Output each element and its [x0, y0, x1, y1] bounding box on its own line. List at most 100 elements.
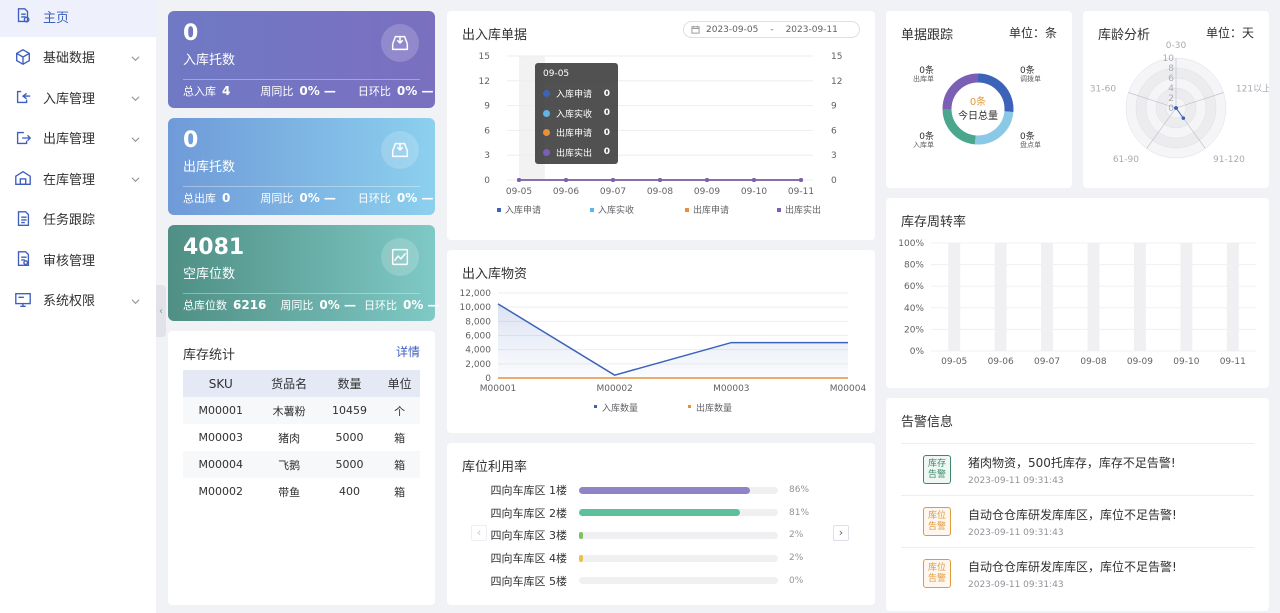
sidebar-collapse-handle[interactable]: ‹: [156, 285, 166, 337]
goods-chart-plot: 0 2,000 4,000 6,000 8,000 10,000 12,000 M00001 M…: [460, 289, 867, 414]
y-tick-label: 0: [485, 374, 491, 384]
util-row: 四向车库区 3楼 2%: [462, 528, 804, 542]
age-radar-chart[interactable]: 0-30 121以上 91-120 61-90 31-60 1086420: [1083, 11, 1269, 188]
sidebar-item-3[interactable]: 出库管理: [0, 118, 156, 159]
legend-label[interactable]: 入库申请: [505, 204, 541, 216]
chart-frame-icon: [381, 238, 419, 276]
x-tick-label: M00002: [596, 384, 632, 394]
goods-area-chart[interactable]: 0 2,000 4,000 6,000 8,000 10,000 12,000 M00001 M…: [447, 250, 875, 433]
series-point: [517, 178, 521, 182]
y2-tick-label: 12: [831, 77, 842, 87]
dod-value: 0% —: [402, 298, 440, 312]
y-tick-label: 12: [479, 77, 490, 87]
tracking-donut-chart[interactable]: 0条今日总量0条出库单0条入库单0条调拨单0条盘点单: [886, 11, 1072, 188]
legend-label[interactable]: 出库数量: [696, 402, 732, 414]
tracking-panel: 单据跟踪 单位：条 0条 今日总量 0条 出库单 0条 入库单 0条 调拨单 0条 盘点单: [886, 11, 1072, 188]
util-row-percent: 2%: [789, 530, 804, 541]
bar-background: [1041, 243, 1054, 351]
y2-tick-label: 0: [831, 176, 837, 186]
x-tick-label: 09-05: [941, 357, 967, 367]
y-tick-label: 80%: [904, 261, 924, 271]
doc-line-chart[interactable]: 0 0 3 3 6 6 9 9 12 12 15 15 09-05 09-06 09-07 09-08 09-0…: [447, 11, 875, 240]
x-tick-label: 09-08: [1080, 357, 1106, 367]
inventory-panel: 库存统计 详情 SKU 货品名 数量 单位 M00001 木薯粉 10459 个 M00003…: [168, 331, 435, 605]
tooltip-series: 入库实收: [556, 109, 593, 120]
sidebar-item-label: 出库管理: [43, 132, 96, 148]
tooltip-value: 0: [603, 88, 610, 99]
y-tick-label: 60%: [904, 282, 924, 292]
util-bar-track: [579, 531, 778, 539]
tooltip-value: 0: [603, 127, 610, 138]
alert-badge: 库位告警: [923, 559, 951, 588]
table-cell: M00002: [183, 478, 259, 505]
wow-value: 0% —: [299, 84, 336, 98]
sidebar-item-6[interactable]: 审核管理: [0, 239, 156, 280]
tooltip-row: 入库申请 0: [543, 84, 610, 104]
legend-label[interactable]: 出库实出: [785, 204, 821, 216]
util-prev-button[interactable]: ‹: [471, 525, 487, 541]
util-row-percent: 81%: [789, 507, 810, 518]
card-divider: [183, 79, 420, 80]
sidebar-item-2[interactable]: 入库管理: [0, 77, 156, 118]
alert-item[interactable]: 库位告警 自动仓仓库研发库库区，库位不足告警! 2023-09-11 09:31…: [901, 495, 1254, 547]
y-tick-label: 3: [484, 151, 490, 161]
utilization-title: 库位利用率: [462, 460, 528, 475]
sidebar-item-1[interactable]: 基础数据: [0, 37, 156, 78]
outbound-footer: 总出库 0 周同比 0% — 日环比 0% —: [183, 190, 433, 206]
alert-badge: 库存告警: [923, 455, 951, 484]
sidebar-item-label: 在库管理: [43, 172, 96, 188]
inbound-footer: 总入库 4 周同比 0% — 日环比 0% —: [183, 83, 433, 99]
total-slots-value: 6216: [233, 298, 267, 312]
home-doc-icon: [14, 7, 32, 25]
util-bar-track: [579, 577, 778, 585]
y-tick-label: 0%: [910, 347, 925, 357]
table-cell: 木薯粉: [258, 397, 320, 424]
bar-background: [1180, 243, 1193, 351]
dod-value: 0% —: [396, 84, 434, 98]
tooltip-series: 出库实出: [556, 148, 593, 159]
tooltip-dot: [543, 109, 550, 117]
table-cell: 带鱼: [258, 478, 320, 505]
table-cell: 5000: [319, 451, 380, 478]
alert-badge-text: 库位告警: [927, 511, 946, 532]
inventory-detail-link[interactable]: 详情: [396, 343, 420, 360]
dod-label: 日环比: [363, 299, 397, 312]
legend-label[interactable]: 出库申请: [693, 204, 729, 216]
legend-label[interactable]: 入库实收: [598, 204, 634, 216]
alert-time: 2023-09-11 09:31:43: [968, 476, 1064, 486]
alert-item[interactable]: 库存告警 猪肉物资，500托库存，库存不足告警! 2023-09-11 09:3…: [901, 443, 1254, 495]
tooltip-row: 出库实出 0: [543, 143, 610, 163]
legend-label[interactable]: 入库数量: [602, 402, 638, 414]
y-tick-label: 9: [484, 102, 490, 112]
alert-item[interactable]: 库位告警 自动仓仓库研发库库区，库位不足告警! 2023-09-11 09:31…: [901, 547, 1254, 599]
radar-tick-label: 2: [1168, 94, 1174, 104]
util-bar-fill: [579, 509, 741, 517]
table-cell: M00003: [183, 424, 259, 451]
bar-background: [1226, 243, 1239, 351]
alerts-title: 告警信息: [901, 415, 954, 430]
turnover-chart-plot: 0% 20% 40% 60% 80% 100% 09-05 09-06 09-07 09-08 09…: [898, 239, 1256, 367]
sidebar-item-5[interactable]: 任务跟踪: [0, 199, 156, 240]
radar-plot: 0-30 121以上 91-120 61-90 31-60 1086420: [1090, 41, 1269, 165]
table-header: SKU: [183, 370, 259, 397]
tooltip-row: 出库申请 0: [543, 123, 610, 143]
turnover-bar-chart[interactable]: 0% 20% 40% 60% 80% 100% 09-05 09-06 09-07 09-08 09…: [886, 198, 1269, 388]
alert-text: 猪肉物资，500托库存，库存不足告警!: [968, 456, 1176, 470]
bar-background: [994, 243, 1007, 351]
chevron-down-icon: [131, 133, 140, 142]
util-next-button[interactable]: ›: [833, 525, 849, 541]
x-tick-label: 09-10: [741, 187, 767, 197]
tooltip-dot: [543, 148, 550, 156]
goods-chart-panel: 出入库物资 0 2,000 4,000 6,000 8,000 10,000 12,000 M…: [447, 250, 875, 433]
wow-value: 0% —: [299, 191, 336, 205]
bar-background: [1087, 243, 1100, 351]
y-tick-label: 40%: [904, 304, 924, 314]
series-point: [611, 178, 615, 182]
task-doc-icon: [14, 210, 32, 228]
sidebar-item-label: 主页: [43, 10, 70, 26]
table-row: M00001 木薯粉 10459 个: [183, 397, 420, 424]
sidebar-item-0[interactable]: 主页: [0, 0, 156, 37]
sidebar-item-4[interactable]: 在库管理: [0, 158, 156, 199]
sidebar-item-7[interactable]: 系统权限: [0, 280, 156, 321]
table-cell: 个: [379, 397, 420, 424]
